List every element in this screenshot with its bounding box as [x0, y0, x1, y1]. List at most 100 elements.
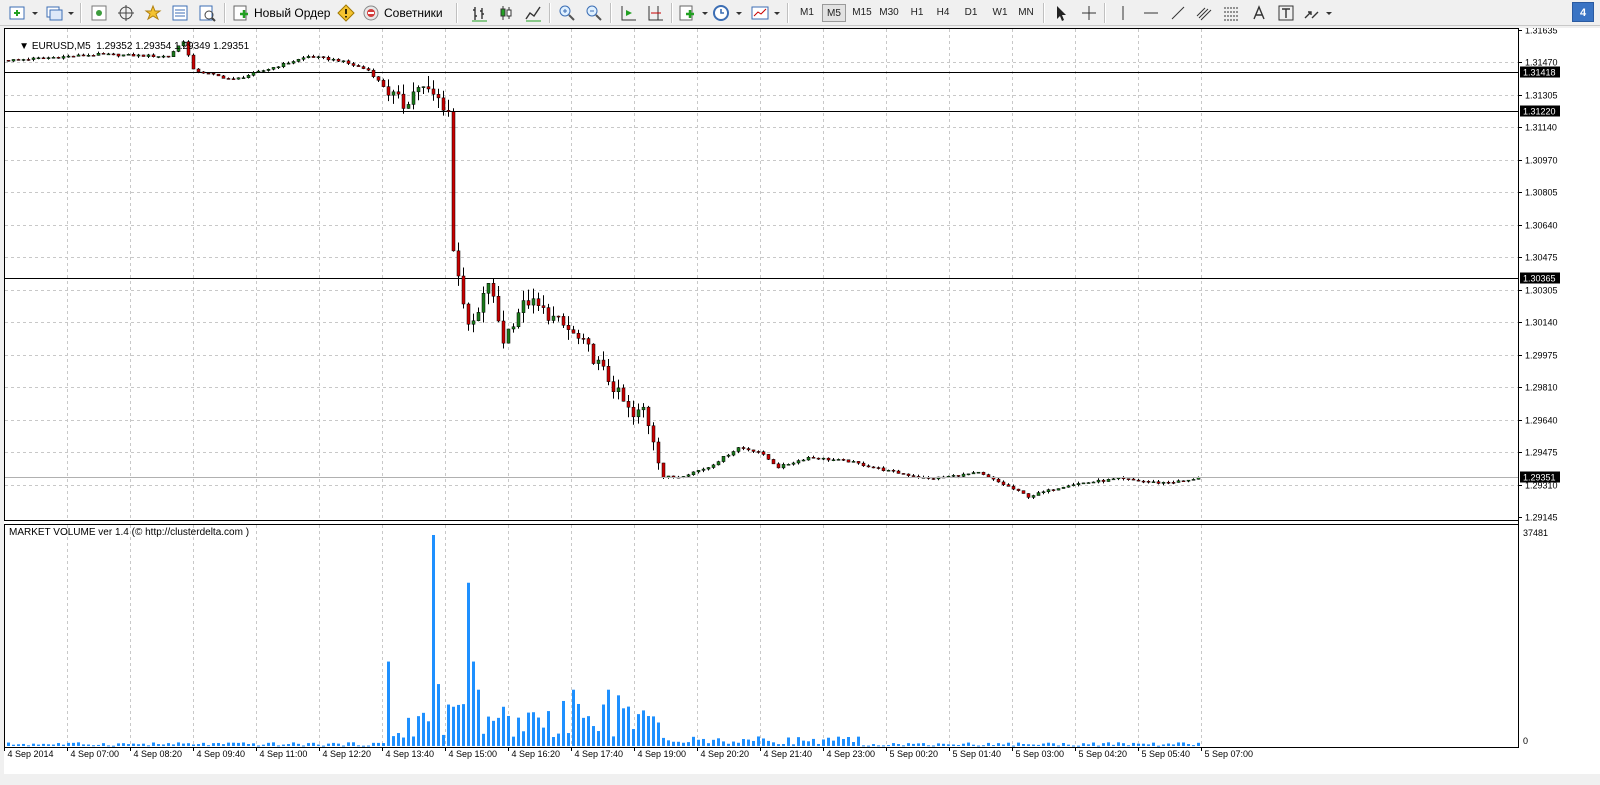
new-chart-button[interactable]: [8, 2, 38, 24]
volume-bar: [707, 743, 710, 746]
experts-button[interactable]: Советники: [362, 2, 448, 24]
volume-bar: [232, 742, 235, 746]
volume-bar: [597, 731, 600, 746]
candle-body: [886, 469, 891, 472]
candle-body: [461, 275, 466, 305]
chart-menu-icon[interactable]: ▼: [19, 41, 29, 52]
volume-bar: [897, 744, 900, 746]
candle-body: [1176, 480, 1181, 483]
volume-bar: [37, 744, 40, 746]
volume-bar: [577, 703, 580, 746]
autoscroll-button[interactable]: [617, 2, 639, 24]
trendline-tool[interactable]: [1167, 2, 1189, 24]
timeframe-h1[interactable]: H1: [905, 4, 929, 22]
indicators-button[interactable]: [678, 2, 708, 24]
candle-body: [411, 91, 416, 105]
cursor-tool-button[interactable]: [1050, 2, 1072, 24]
terminal-icon: [172, 5, 188, 21]
candle-body: [631, 406, 636, 418]
candle-body: [911, 475, 916, 477]
timeframe-m15[interactable]: M15: [849, 4, 875, 22]
candle-body: [896, 470, 901, 474]
window-count-badge[interactable]: 4: [1572, 2, 1594, 22]
profiles-button[interactable]: [44, 2, 74, 24]
timeframe-w1[interactable]: W1: [987, 4, 1013, 22]
line-chart-button[interactable]: [522, 2, 544, 24]
timeframe-mn[interactable]: MN: [1013, 4, 1039, 22]
volume-bar: [947, 744, 950, 746]
volume-bar: [1012, 745, 1015, 747]
candle-body: [521, 300, 526, 313]
volume-bar: [1022, 744, 1025, 746]
volume-bar: [277, 745, 280, 747]
text-tool[interactable]: [1248, 2, 1270, 24]
chart-shift-button[interactable]: [644, 2, 666, 24]
chart-window[interactable]: 1.31635 1.31470 1.31305 1.31140 1.30970 1.308…: [4, 28, 1600, 774]
candle-body: [771, 459, 776, 465]
price-tick-label: 1.31305: [1525, 91, 1558, 101]
chart-canvas[interactable]: 1.31635 1.31470 1.31305 1.31140 1.30970 1.308…: [4, 28, 1600, 774]
candle-body: [381, 80, 386, 87]
candle-body: [951, 475, 956, 477]
candle-body: [721, 456, 726, 462]
channel-tool[interactable]: [1193, 2, 1215, 24]
volume-bar: [552, 736, 555, 746]
volume-bar: [767, 740, 770, 746]
candle-body: [421, 86, 426, 88]
zoom-in-button[interactable]: [556, 2, 578, 24]
strategy-tester-button[interactable]: [196, 2, 218, 24]
terminal-button[interactable]: [169, 2, 191, 24]
text-label-tool[interactable]: [1275, 2, 1297, 24]
candle-body: [1146, 481, 1151, 483]
zoom-out-button[interactable]: [583, 2, 605, 24]
candle-body: [696, 470, 701, 473]
volume-bar: [667, 740, 670, 746]
volume-bar: [242, 742, 245, 746]
candle-body: [1181, 480, 1186, 482]
timeframe-m1[interactable]: M1: [795, 4, 819, 22]
candle-body: [981, 471, 986, 475]
vertical-line-tool[interactable]: [1112, 2, 1134, 24]
volume-bar: [1017, 742, 1020, 746]
volume-bar: [102, 743, 105, 746]
candle-body: [1051, 489, 1056, 491]
volume-bar: [652, 716, 655, 746]
volume-bar: [807, 741, 810, 746]
alert-button[interactable]: [336, 2, 356, 24]
candle-body: [566, 325, 571, 330]
candle-body: [496, 295, 501, 322]
navigator-button[interactable]: [142, 2, 164, 24]
candle-body: [541, 305, 546, 308]
volume-bar: [662, 737, 665, 746]
data-window-button[interactable]: [115, 2, 137, 24]
periods-button[interactable]: [712, 2, 744, 24]
volume-bar: [692, 736, 695, 746]
volume-bar: [902, 745, 905, 747]
line-chart-icon: [525, 6, 541, 22]
timeframe-m5[interactable]: M5: [822, 4, 846, 22]
new-chart-icon: [9, 6, 38, 20]
candle-body: [1166, 481, 1171, 484]
timeframe-d1[interactable]: D1: [959, 4, 983, 22]
market-watch-button[interactable]: [88, 2, 110, 24]
horizontal-line-tool[interactable]: [1140, 2, 1162, 24]
candle-body: [376, 76, 381, 81]
crosshair-tool-button[interactable]: [1078, 2, 1100, 24]
volume-bar: [772, 742, 775, 746]
volume-bar: [12, 744, 15, 746]
bar-chart-button[interactable]: [468, 2, 490, 24]
new-order-button[interactable]: Новый Ордер: [232, 2, 332, 24]
timeframe-m30[interactable]: M30: [876, 4, 902, 22]
candle-body: [766, 454, 771, 460]
candle-chart-button[interactable]: [495, 2, 517, 24]
fibonacci-tool[interactable]: [1220, 2, 1242, 24]
timeframe-h4[interactable]: H4: [931, 4, 955, 22]
volume-bar: [327, 743, 330, 746]
volume-bar: [1197, 742, 1200, 746]
volume-bar: [47, 744, 50, 746]
candle-body: [356, 65, 361, 67]
templates-button[interactable]: [750, 2, 782, 24]
candle-body: [901, 473, 906, 475]
arrows-menu-button[interactable]: [1302, 2, 1334, 24]
volume-bar: [1042, 743, 1045, 746]
